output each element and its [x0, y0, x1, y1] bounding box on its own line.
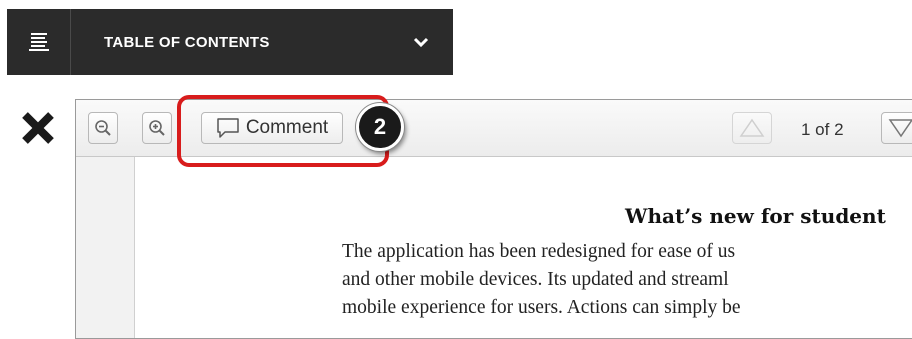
chevron-down-icon — [413, 37, 429, 48]
triangle-down-icon — [888, 119, 912, 138]
previous-page-button[interactable] — [732, 112, 772, 144]
close-x-icon — [22, 112, 54, 144]
document-line: and other mobile devices. Its updated an… — [342, 269, 729, 290]
zoom-out-button[interactable] — [88, 112, 118, 144]
page-indicator: 1 of 2 — [801, 120, 844, 139]
table-of-contents-bar[interactable]: TABLE OF CONTENTS — [7, 9, 453, 75]
document-line: The application has been redesigned for … — [342, 241, 736, 262]
zoom-in-icon — [149, 120, 165, 136]
document-paragraph: The application has been redesigned for … — [342, 238, 741, 322]
document-line: mobile experience for users. Actions can… — [342, 297, 741, 318]
zoom-out-icon — [95, 120, 111, 136]
zoom-in-button[interactable] — [142, 112, 172, 144]
toc-title[interactable]: TABLE OF CONTENTS — [71, 34, 401, 51]
document-heading: What’s new for student — [625, 204, 886, 228]
next-page-button[interactable] — [881, 112, 912, 144]
hamburger-list-icon — [28, 33, 49, 51]
close-button[interactable] — [18, 108, 58, 148]
toc-menu-button[interactable] — [7, 9, 71, 75]
triangle-up-icon — [739, 118, 765, 137]
step-badge: 2 — [356, 103, 404, 151]
toc-dropdown-toggle[interactable] — [401, 9, 441, 75]
